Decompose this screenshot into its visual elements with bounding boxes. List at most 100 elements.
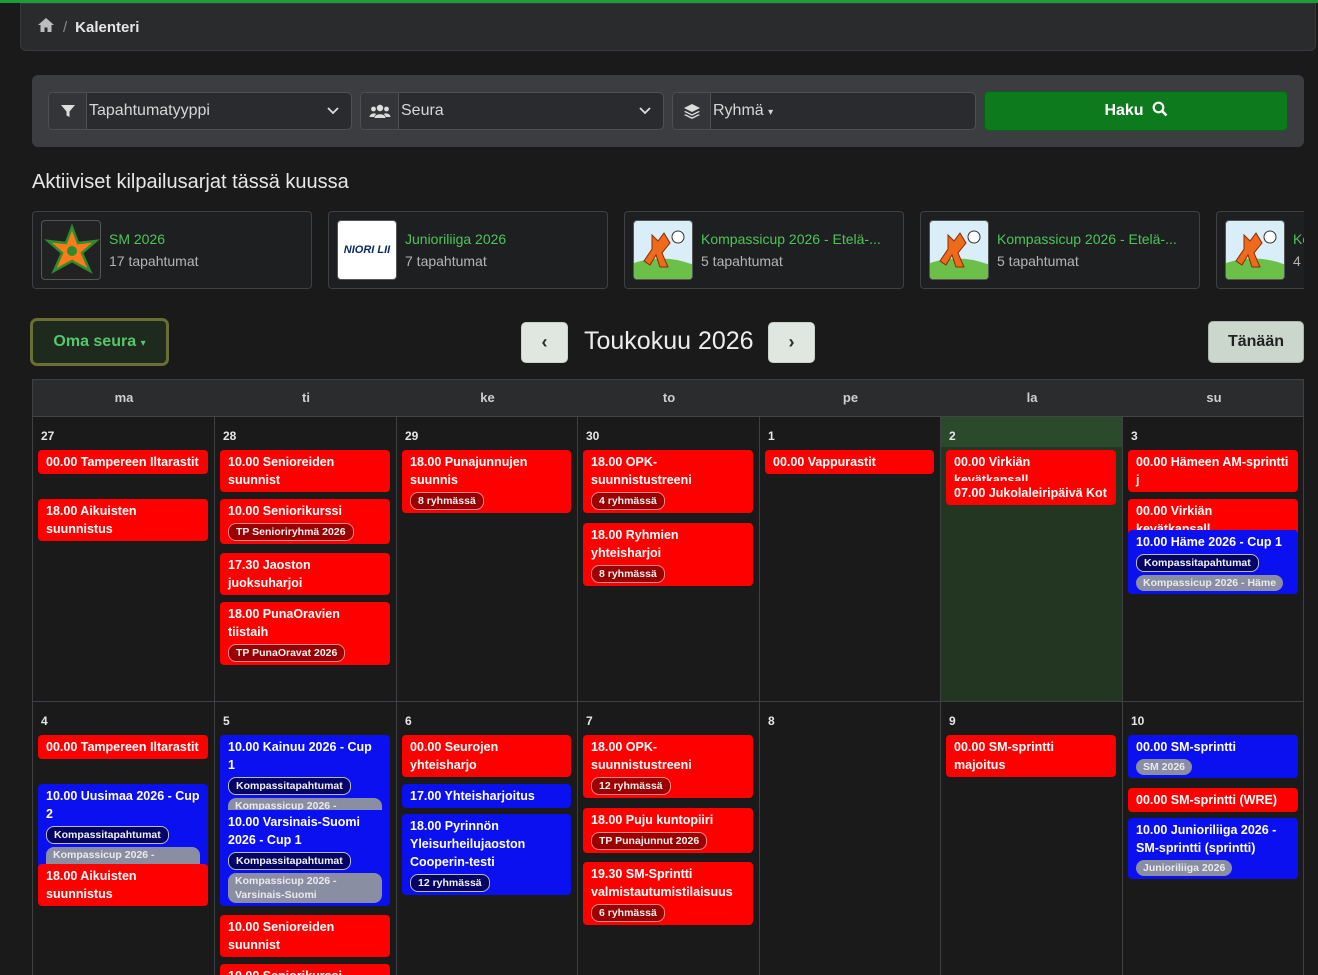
calendar-event[interactable]: 00.00 Vappurastit	[765, 450, 934, 474]
event-badge: TP PunaOravat 2026	[228, 644, 346, 662]
calendar-event[interactable]: 00.00 Tampereen Iltarastit	[38, 735, 208, 759]
day-cell[interactable]: 5 10.00 Kainuu 2026 - Cup 1 Kompassitapaht…	[215, 702, 397, 975]
calendar-event[interactable]: 18.00 Ryhmien yhteisharjoi 8 ryhmässä	[583, 523, 753, 586]
day-cell[interactable]: 30 18.00 OPK-suunnistustreeni 4 ryhmässä 18…	[578, 417, 760, 702]
calendar-event[interactable]: 00.00 Tampereen Iltarastit	[38, 450, 208, 474]
day-number: 1	[768, 429, 775, 443]
calendar-event[interactable]: 00.00 SM-sprintti majoitus	[946, 735, 1116, 777]
day-number: 8	[768, 714, 775, 728]
calendar-event[interactable]: 10.00 Senioreiden suunnist	[220, 450, 390, 492]
event-badge: 12 ryhmässä	[591, 777, 671, 795]
search-button[interactable]: Haku	[984, 91, 1288, 131]
event-title: 17.00 Yhteisharjoitus	[410, 789, 535, 803]
series-card[interactable]: Ko 4	[1216, 211, 1304, 289]
calendar-event[interactable]: 19.30 SM-Sprintti valmistautumistilaisuu…	[583, 862, 753, 925]
day-number: 9	[949, 714, 956, 728]
calendar-event[interactable]: 10.00 Seniorikurssi	[220, 964, 390, 975]
club-select[interactable]: Seura	[360, 92, 664, 130]
day-cell[interactable]: 3 00.00 Hämeen AM-sprintti j 00.00 Virkiän…	[1123, 417, 1303, 702]
chevron-down-icon	[627, 102, 663, 120]
today-button[interactable]: Tänään	[1208, 321, 1304, 363]
sm-logo	[41, 220, 101, 280]
event-title: 00.00 Tampereen Iltarastit	[46, 455, 199, 469]
event-title: 10.00 Seniorikurssi	[228, 967, 382, 975]
breadcrumb: / Kalenteri	[20, 3, 1316, 51]
calendar-event[interactable]: 18.00 Aikuisten suunnistus	[38, 864, 208, 906]
day-cell[interactable]: 2 00.00 Virkiän kevätkansall 07.00 Jukolal…	[941, 417, 1123, 702]
series-card[interactable]: SM 2026 17 tapahtumat	[32, 211, 312, 289]
calendar-event[interactable]: 07.00 Jukolaleiripäivä Kot	[946, 481, 1116, 505]
kompassicup-logo	[633, 220, 693, 280]
event-badge: Kompassicup 2026 - Häme	[1136, 575, 1284, 591]
event-title: 00.00 Tampereen Iltarastit	[46, 740, 199, 754]
home-icon[interactable]	[37, 17, 55, 37]
calendar-event[interactable]: 18.00 PunaOravien tiistaih TP PunaOravat …	[220, 602, 390, 665]
next-month-button[interactable]: ›	[768, 322, 815, 363]
calendar-event[interactable]: 10.00 Varsinais-Suomi 2026 - Cup 1 Kompas…	[220, 810, 390, 906]
series-count: 4	[1293, 253, 1301, 269]
calendar-event[interactable]: 00.00 Hämeen AM-sprintti j	[1128, 450, 1298, 492]
event-title: 00.00 Vappurastit	[773, 455, 876, 469]
event-title: 17.30 Jaoston juoksuharjoi	[228, 558, 311, 590]
calendar-event[interactable]: 10.00 Junioriliiga 2026 - SM-sprintti (s…	[1128, 818, 1298, 879]
day-cell[interactable]: 4 00.00 Tampereen Iltarastit 10.00 Uusimaa…	[33, 702, 215, 975]
day-number: 4	[41, 714, 48, 728]
day-cell[interactable]: 6 00.00 Seurojen yhteisharjo 17.00 Yhteish…	[397, 702, 578, 975]
today-highlight	[941, 417, 1122, 447]
calendar-event[interactable]: 18.00 OPK-suunnistustreeni 12 ryhmässä	[583, 735, 753, 798]
weekday-label: ke	[480, 390, 495, 405]
filter-bar: Tapahtumatyyppi Seura Ryhmä ▾ Haku	[32, 75, 1304, 147]
event-title: 00.00 SM-sprintti majoitus	[954, 740, 1055, 772]
day-number: 2	[949, 429, 956, 443]
event-title: 00.00 Hämeen AM-sprintti j	[1136, 455, 1289, 487]
search-icon	[1152, 101, 1168, 122]
event-badge: 12 ryhmässä	[410, 874, 490, 892]
event-title: 18.00 OPK-suunnistustreeni	[591, 740, 692, 772]
club-label: Seura	[401, 102, 444, 119]
own-club-dropdown[interactable]: Oma seura ▾	[30, 318, 169, 366]
calendar-event[interactable]: 10.00 Senioreiden suunnist	[220, 915, 390, 957]
event-title: 10.00 Uusimaa 2026 - Cup 2	[46, 789, 200, 821]
prev-month-button[interactable]: ‹	[521, 322, 568, 363]
calendar-event[interactable]: 18.00 Aikuisten suunnistus	[38, 499, 208, 541]
series-card[interactable]: Kompassicup 2026 - Etelä-... 5 tapahtuma…	[624, 211, 904, 289]
calendar-event[interactable]: 17.30 Jaoston juoksuharjoi	[220, 553, 390, 595]
event-badge: TP Punajunnut 2026	[591, 832, 708, 850]
day-number: 5	[223, 714, 230, 728]
calendar-event[interactable]: 18.00 OPK-suunnistustreeni 4 ryhmässä	[583, 450, 753, 513]
day-cell[interactable]: 7 18.00 OPK-suunnistustreeni 12 ryhmässä 18…	[578, 702, 760, 975]
day-cell[interactable]: 10 00.00 SM-sprintti SM 2026 00.00 SM-sprin…	[1123, 702, 1303, 975]
series-card[interactable]: Kompassicup 2026 - Etelä-... 5 tapahtuma…	[920, 211, 1200, 289]
group-select[interactable]: Ryhmä ▾	[672, 92, 976, 130]
calendar-event[interactable]: 00.00 Seurojen yhteisharjo	[402, 735, 571, 777]
calendar-event[interactable]: 18.00 Punajunnujen suunnis 8 ryhmässä	[402, 450, 571, 513]
calendar-event[interactable]: 18.00 Pyrinnön Yleisurheilujaoston Coope…	[402, 814, 571, 895]
series-name: SM 2026	[109, 231, 166, 247]
day-number: 6	[405, 714, 412, 728]
day-cell[interactable]: 8	[760, 702, 941, 975]
calendar-event[interactable]: 00.00 SM-sprintti SM 2026	[1128, 735, 1298, 778]
series-card[interactable]: NIORI LII Junioriliiga 2026 7 tapahtumat	[328, 211, 608, 289]
day-cell[interactable]: 9 00.00 SM-sprintti majoitus	[941, 702, 1123, 975]
day-cell[interactable]: 29 18.00 Punajunnujen suunnis 8 ryhmässä	[397, 417, 578, 702]
day-number: 29	[405, 429, 419, 443]
event-badge: 6 ryhmässä	[591, 904, 665, 922]
calendar-event[interactable]: 17.00 Yhteisharjoitus	[402, 784, 571, 808]
day-cell[interactable]: 28 10.00 Senioreiden suunnist 10.00 Senior…	[215, 417, 397, 702]
series-name: Kompassicup 2026 - Etelä-...	[997, 231, 1177, 247]
event-title: 19.30 SM-Sprintti valmistautumistilaisuu…	[591, 867, 733, 899]
calendar-event[interactable]: 18.00 Puju kuntopiiri TP Punajunnut 2026	[583, 808, 753, 853]
day-cell[interactable]: 1 00.00 Vappurastit	[760, 417, 941, 702]
event-badge: Junioriliiga 2026	[1136, 860, 1233, 876]
breadcrumb-current: Kalenteri	[75, 18, 140, 36]
day-cell[interactable]: 27 00.00 Tampereen Iltarastit 18.00 Aikuis…	[33, 417, 215, 702]
event-badge: Kompassitapahtumat	[46, 826, 169, 844]
calendar-event[interactable]: 00.00 SM-sprintti (WRE)	[1128, 788, 1298, 812]
filter-icon	[49, 93, 87, 129]
event-type-select[interactable]: Tapahtumatyyppi	[48, 92, 352, 130]
event-title: 00.00 Seurojen yhteisharjo	[410, 740, 499, 772]
calendar-event[interactable]: 10.00 Häme 2026 - Cup 1 Kompassitapahtuma…	[1128, 530, 1298, 594]
event-title: 18.00 Pyrinnön Yleisurheilujaoston Coope…	[410, 819, 526, 869]
calendar-event[interactable]: 10.00 Seniorikurssi TP Senioriryhmä 2026	[220, 499, 390, 544]
event-title: 10.00 Junioriliiga 2026 - SM-sprintti (s…	[1136, 823, 1277, 855]
